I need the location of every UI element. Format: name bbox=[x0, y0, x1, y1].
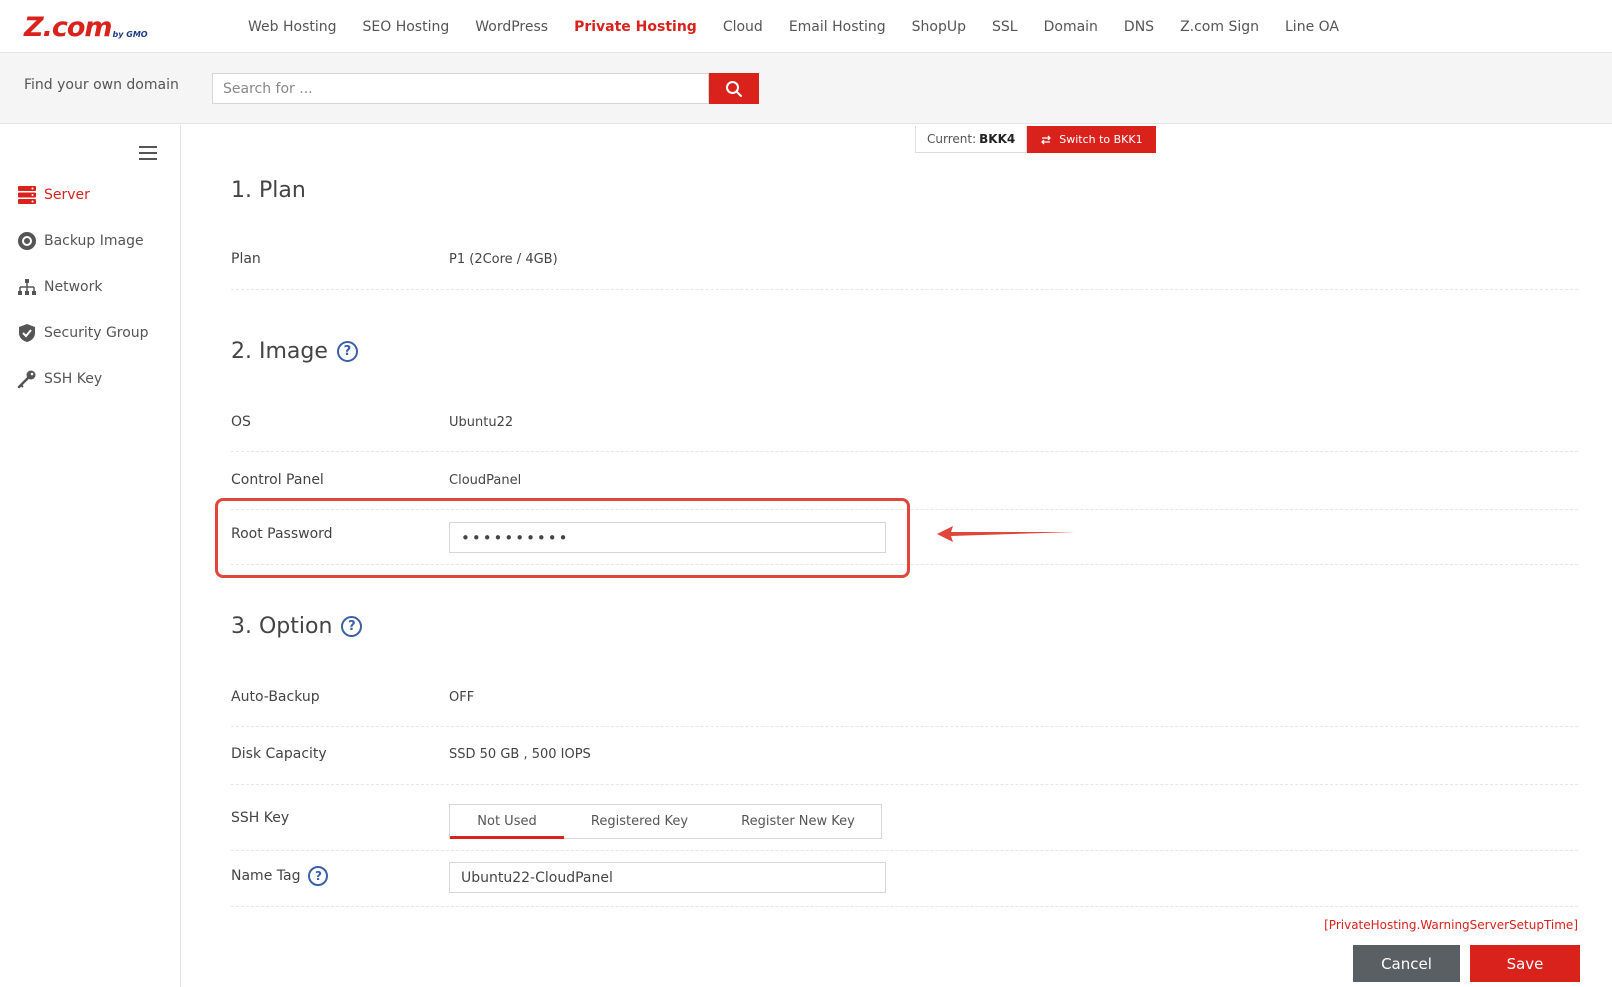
help-icon[interactable]: ? bbox=[308, 866, 329, 886]
zcom-logo[interactable]: Z.com by GMO bbox=[24, 12, 148, 42]
plan-label: Plan bbox=[231, 251, 261, 267]
nav-menu: Web Hosting SEO Hosting WordPress Privat… bbox=[235, 0, 1352, 53]
server-icon bbox=[16, 184, 38, 206]
nav-item-wordpress[interactable]: WordPress bbox=[475, 19, 548, 35]
help-icon[interactable]: ? bbox=[336, 341, 358, 362]
nav-item-cloud[interactable]: Cloud bbox=[723, 19, 763, 35]
current-region-value: BKK4 bbox=[979, 132, 1016, 146]
auto-backup-value: OFF bbox=[449, 690, 475, 705]
key-icon bbox=[16, 368, 38, 390]
sidebar-item-network[interactable]: Network bbox=[16, 276, 102, 298]
section-title-text: 3. Option bbox=[231, 614, 333, 639]
search-button[interactable] bbox=[709, 73, 759, 104]
cancel-button[interactable]: Cancel bbox=[1353, 945, 1460, 982]
help-icon[interactable]: ? bbox=[341, 616, 363, 637]
current-region: Current: BKK4 bbox=[915, 126, 1028, 153]
disk-capacity-label: Disk Capacity bbox=[231, 746, 327, 762]
name-tag-label: Name Tag ? bbox=[231, 866, 329, 886]
ssh-option-not-used[interactable]: Not Used bbox=[450, 805, 564, 839]
sidebar-item-server[interactable]: Server bbox=[16, 184, 90, 206]
domain-search-bar: Find your own domain bbox=[0, 53, 1612, 124]
auto-backup-label: Auto-Backup bbox=[231, 689, 320, 705]
ssh-key-selector: Not Used Registered Key Register New Key bbox=[449, 804, 882, 839]
nav-item-domain[interactable]: Domain bbox=[1044, 19, 1098, 35]
region-selector: Current: BKK4 Switch to BKK1 bbox=[915, 126, 1156, 153]
nav-item-email-hosting[interactable]: Email Hosting bbox=[789, 19, 886, 35]
divider bbox=[231, 726, 1578, 727]
disc-icon bbox=[16, 230, 38, 252]
sidebar-item-security-group[interactable]: Security Group bbox=[16, 322, 149, 344]
section-title-text: 2. Image bbox=[231, 339, 328, 364]
network-icon bbox=[16, 276, 38, 298]
hamburger-menu-icon[interactable] bbox=[139, 146, 157, 160]
current-region-label: Current: bbox=[927, 132, 977, 146]
sidebar-item-ssh-key[interactable]: SSH Key bbox=[16, 368, 102, 390]
switch-region-button[interactable]: Switch to BKK1 bbox=[1027, 126, 1156, 153]
domain-search-input[interactable] bbox=[212, 73, 709, 104]
save-button[interactable]: Save bbox=[1470, 945, 1580, 982]
disk-capacity-value: SSD 50 GB , 500 IOPS bbox=[449, 747, 591, 762]
os-value: Ubuntu22 bbox=[449, 415, 514, 430]
os-label: OS bbox=[231, 414, 251, 430]
sidebar-item-label: Backup Image bbox=[44, 233, 144, 249]
divider bbox=[231, 906, 1578, 907]
search-label: Find your own domain bbox=[24, 77, 179, 93]
section-title-option: 3. Option ? bbox=[231, 614, 363, 639]
divider bbox=[231, 784, 1578, 785]
divider bbox=[231, 289, 1578, 290]
server-setup-warning: [PrivateHosting.WarningServerSetupTime] bbox=[1324, 918, 1578, 932]
section-title-plan: 1. Plan bbox=[231, 178, 306, 203]
highlight-box bbox=[215, 498, 910, 578]
nav-item-seo-hosting[interactable]: SEO Hosting bbox=[363, 19, 450, 35]
sidebar-item-label: Security Group bbox=[44, 325, 149, 341]
section-title-image: 2. Image ? bbox=[231, 339, 358, 364]
divider bbox=[231, 850, 1578, 851]
sidebar-item-label: Network bbox=[44, 279, 103, 295]
nav-item-shopup[interactable]: ShopUp bbox=[912, 19, 966, 35]
ssh-option-register-new-key[interactable]: Register New Key bbox=[715, 805, 881, 838]
sidebar: Server Backup Image Network Security Gro… bbox=[0, 125, 181, 987]
plan-value: P1 (2Core / 4GB) bbox=[449, 252, 558, 267]
control-panel-label: Control Panel bbox=[231, 472, 324, 488]
logo-text: Z.com bbox=[24, 12, 113, 43]
nav-item-zcom-sign[interactable]: Z.com Sign bbox=[1180, 19, 1259, 35]
nav-item-ssl[interactable]: SSL bbox=[992, 19, 1018, 35]
swap-icon bbox=[1041, 135, 1052, 144]
divider bbox=[231, 451, 1578, 452]
ssh-option-registered-key[interactable]: Registered Key bbox=[564, 805, 715, 838]
ssh-key-label: SSH Key bbox=[231, 810, 290, 826]
control-panel-value: CloudPanel bbox=[449, 473, 522, 488]
name-tag-input[interactable] bbox=[449, 862, 886, 893]
sidebar-item-label: Server bbox=[44, 187, 90, 203]
switch-region-label: Switch to BKK1 bbox=[1059, 133, 1143, 146]
logo-subtext: by GMO bbox=[112, 30, 148, 39]
nav-item-line-oa[interactable]: Line OA bbox=[1285, 19, 1339, 35]
annotation-arrow-icon bbox=[937, 526, 1075, 542]
shield-icon bbox=[16, 322, 38, 344]
name-tag-label-text: Name Tag bbox=[231, 868, 301, 884]
sidebar-item-backup-image[interactable]: Backup Image bbox=[16, 230, 144, 252]
nav-item-private-hosting[interactable]: Private Hosting bbox=[574, 19, 697, 35]
nav-item-web-hosting[interactable]: Web Hosting bbox=[248, 19, 337, 35]
search-icon bbox=[726, 80, 742, 97]
sidebar-item-label: SSH Key bbox=[44, 371, 103, 387]
nav-item-dns[interactable]: DNS bbox=[1124, 19, 1154, 35]
section-title-text: 1. Plan bbox=[231, 178, 306, 203]
top-navigation: Z.com by GMO Web Hosting SEO Hosting Wor… bbox=[0, 0, 1612, 53]
